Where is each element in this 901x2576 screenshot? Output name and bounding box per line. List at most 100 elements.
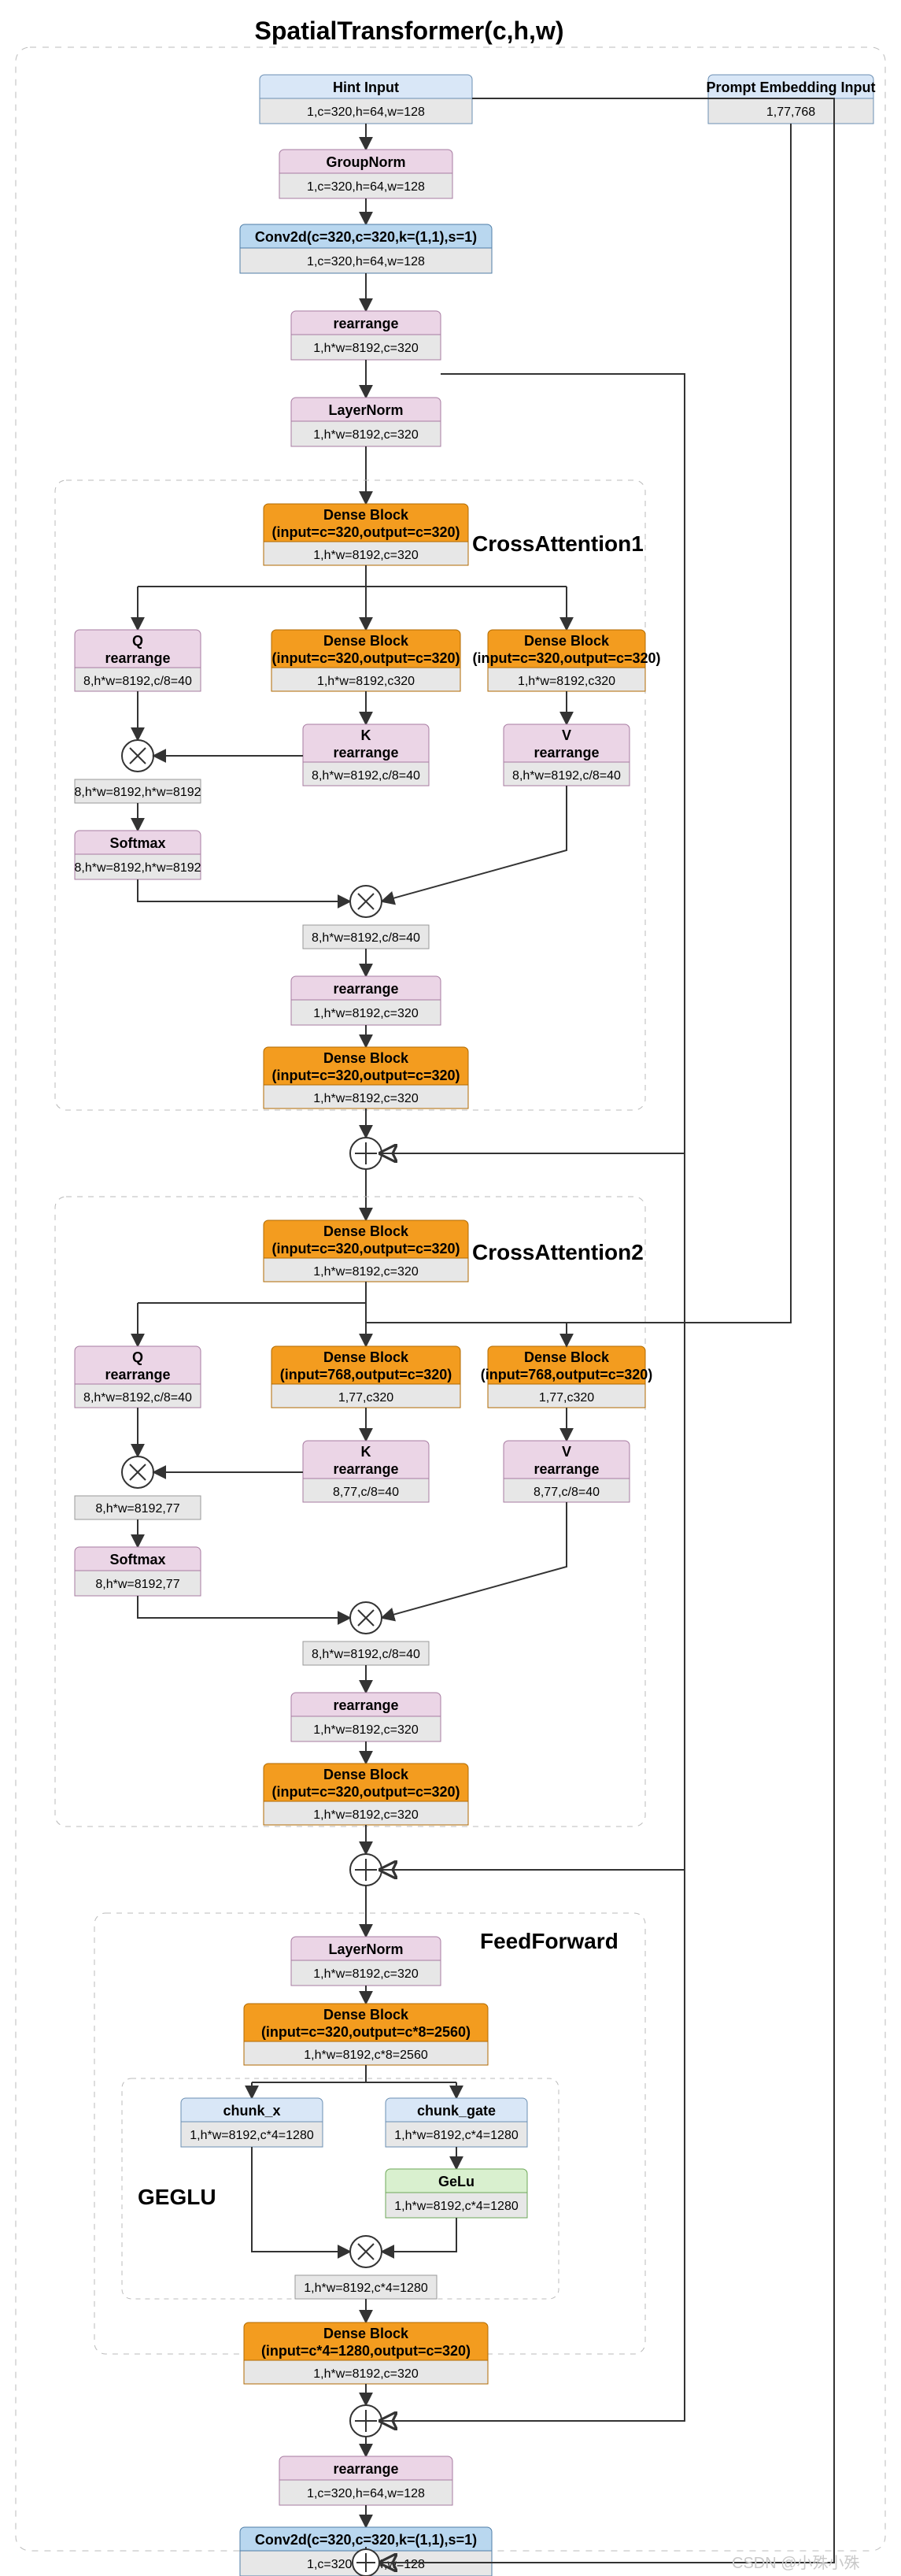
svg-text:(input=768,output=c=320): (input=768,output=c=320) [280,1367,452,1382]
op-matmul-ca2-sv [350,1602,382,1634]
svg-text:LayerNorm: LayerNorm [328,1941,403,1957]
svg-text:rearrange: rearrange [333,981,398,997]
svg-text:1,h*w=8192,c=320: 1,h*w=8192,c=320 [313,428,419,442]
node-rearrange-out-ca2: rearrange 1,h*w=8192,c=320 [291,1693,441,1741]
svg-text:Q: Q [132,1349,143,1365]
svg-text:(input=c=320,output=c=320): (input=c=320,output=c=320) [271,650,460,666]
svg-text:8,77,c/8=40: 8,77,c/8=40 [333,1486,399,1499]
svg-text:rearrange: rearrange [534,1461,599,1477]
svg-text:1,h*w=8192,c=320: 1,h*w=8192,c=320 [313,1007,419,1020]
op-add-1 [350,1138,382,1169]
shape-mm-ff: 1,h*w=8192,c*4=1280 [295,2275,437,2299]
svg-text:1,h*w=8192,c*4=1280: 1,h*w=8192,c*4=1280 [394,2200,519,2213]
node-layernorm-1: LayerNorm 1,h*w=8192,c=320 [291,398,441,446]
svg-text:Q: Q [132,633,143,649]
svg-text:Dense Block: Dense Block [524,633,610,649]
node-k-rearrange-ca1: K rearrange 8,h*w=8192,c/8=40 [303,724,429,786]
svg-text:GroupNorm: GroupNorm [327,154,406,170]
svg-text:1,c=320,h=64,w=128: 1,c=320,h=64,w=128 [307,105,425,119]
svg-text:1,h*w=8192,c=320: 1,h*w=8192,c=320 [313,1092,419,1105]
node-rearrange-end: rearrange 1,c=320,h=64,w=128 [279,2456,452,2505]
svg-text:8,h*w=8192,c/8=40: 8,h*w=8192,c/8=40 [312,769,420,783]
watermark: CSDN @小殊小殊 [732,2554,860,2572]
svg-text:8,h*w=8192,c/8=40: 8,h*w=8192,c/8=40 [312,931,420,945]
node-groupnorm: GroupNorm 1,c=320,h=64,w=128 [279,150,452,198]
svg-text:Dense Block: Dense Block [323,507,409,523]
svg-text:1,h*w=8192,c=320: 1,h*w=8192,c=320 [313,1723,419,1737]
op-add-2 [350,1854,382,1886]
svg-text:Prompt Embedding Input: Prompt Embedding Input [707,80,876,95]
svg-text:V: V [562,727,571,743]
op-matmul-ca1-sv [350,886,382,917]
svg-text:rearrange: rearrange [333,1461,398,1477]
svg-text:(input=c=320,output=c=320): (input=c=320,output=c=320) [271,524,460,540]
svg-text:K: K [361,727,371,743]
svg-text:(input=768,output=c=320): (input=768,output=c=320) [481,1367,653,1382]
node-dense-ca1-top: Dense Block (input=c=320,output=c=320) 1… [264,504,468,565]
svg-text:1,77,c320: 1,77,c320 [338,1391,393,1405]
svg-text:chunk_x: chunk_x [223,2103,280,2119]
svg-text:chunk_gate: chunk_gate [417,2103,496,2119]
node-dense-ff1: Dense Block (input=c=320,output=c*8=2560… [244,2004,488,2065]
svg-text:1,h*w=8192,c=320: 1,h*w=8192,c=320 [313,1967,419,1981]
shape-mm1a: 8,h*w=8192,h*w=8192 [74,779,201,803]
node-dense-ff2: Dense Block (input=c*4=1280,output=c=320… [244,2322,488,2384]
group-label-ca2: CrossAttention2 [472,1240,644,1264]
svg-text:8,h*w=8192,h*w=8192: 8,h*w=8192,h*w=8192 [74,786,201,799]
svg-text:Softmax: Softmax [109,1552,165,1567]
svg-text:1,h*w=8192,c320: 1,h*w=8192,c320 [317,675,415,688]
svg-text:Dense Block: Dense Block [323,633,409,649]
node-dense-k-ca1: Dense Block (input=c=320,output=c=320) 1… [271,630,460,691]
svg-text:V: V [562,1444,571,1460]
node-dense-out-ca1: Dense Block (input=c=320,output=c=320) 1… [264,1047,468,1108]
svg-text:Dense Block: Dense Block [323,1050,409,1066]
svg-text:Softmax: Softmax [109,835,165,851]
svg-text:LayerNorm: LayerNorm [328,402,403,418]
node-v-rearrange-ca2: V rearrange 8,77,c/8=40 [504,1441,630,1502]
svg-text:8,h*w=8192,c/8=40: 8,h*w=8192,c/8=40 [512,769,621,783]
svg-text:Conv2d(c=320,c=320,k=(1,1),s=1: Conv2d(c=320,c=320,k=(1,1),s=1) [255,229,477,245]
group-label-ca1: CrossAttention1 [472,531,644,556]
svg-text:8,h*w=8192,h*w=8192: 8,h*w=8192,h*w=8192 [74,861,201,875]
group-label-geglu: GEGLU [138,2185,216,2209]
node-k-rearrange-ca2: K rearrange 8,77,c/8=40 [303,1441,429,1502]
svg-text:8,77,c/8=40: 8,77,c/8=40 [534,1486,600,1499]
svg-text:1,c=320,h=64,w=128: 1,c=320,h=64,w=128 [307,2487,425,2500]
svg-text:1,h*w=8192,c=320: 1,h*w=8192,c=320 [313,1265,419,1279]
svg-text:Dense Block: Dense Block [323,1349,409,1365]
shape-mm2a: 8,h*w=8192,77 [75,1496,201,1519]
svg-text:rearrange: rearrange [333,316,398,331]
svg-text:1,h*w=8192,c*8=2560: 1,h*w=8192,c*8=2560 [304,2049,428,2062]
svg-text:1,h*w=8192,c*4=1280: 1,h*w=8192,c*4=1280 [304,2282,428,2295]
node-gelu: GeLu 1,h*w=8192,c*4=1280 [386,2169,527,2218]
shape-mm2b: 8,h*w=8192,c/8=40 [303,1641,429,1665]
node-dense-v-ca2: Dense Block (input=768,output=c=320) 1,7… [481,1346,653,1408]
svg-text:rearrange: rearrange [534,745,599,761]
node-v-rearrange-ca1: V rearrange 8,h*w=8192,c/8=40 [504,724,630,786]
op-matmul-ff [350,2236,382,2267]
diagram-title: SpatialTransformer(c,h,w) [255,17,564,45]
svg-text:1,h*w=8192,c*4=1280: 1,h*w=8192,c*4=1280 [190,2129,314,2142]
svg-text:rearrange: rearrange [333,2461,398,2477]
node-conv2d-1: Conv2d(c=320,c=320,k=(1,1),s=1) 1,c=320,… [240,224,492,273]
svg-text:1,h*w=8192,c=320: 1,h*w=8192,c=320 [313,1808,419,1822]
svg-text:K: K [361,1444,371,1460]
svg-text:(input=c*4=1280,output=c=320): (input=c*4=1280,output=c=320) [261,2343,471,2359]
group-label-ff: FeedForward [480,1929,619,1953]
svg-text:Hint Input: Hint Input [333,80,399,95]
node-dense-out-ca2: Dense Block (input=c=320,output=c=320) 1… [264,1764,468,1825]
svg-text:1,h*w=8192,c=320: 1,h*w=8192,c=320 [313,342,419,355]
node-dense-k-ca2: Dense Block (input=768,output=c=320) 1,7… [271,1346,460,1408]
svg-text:rearrange: rearrange [333,1697,398,1713]
svg-text:1,77,768: 1,77,768 [766,105,815,119]
op-matmul-ca2-qk [122,1456,153,1488]
svg-text:(input=c=320,output=c=320): (input=c=320,output=c=320) [271,1784,460,1800]
svg-text:Dense Block: Dense Block [323,1223,409,1239]
svg-text:8,h*w=8192,77: 8,h*w=8192,77 [95,1578,179,1591]
svg-text:Dense Block: Dense Block [323,1767,409,1782]
svg-text:(input=c=320,output=c=320): (input=c=320,output=c=320) [271,1068,460,1083]
svg-text:Conv2d(c=320,c=320,k=(1,1),s=1: Conv2d(c=320,c=320,k=(1,1),s=1) [255,2532,477,2548]
node-rearrange-out-ca1: rearrange 1,h*w=8192,c=320 [291,976,441,1025]
svg-text:rearrange: rearrange [105,1367,170,1382]
shape-mm1b: 8,h*w=8192,c/8=40 [303,925,429,949]
